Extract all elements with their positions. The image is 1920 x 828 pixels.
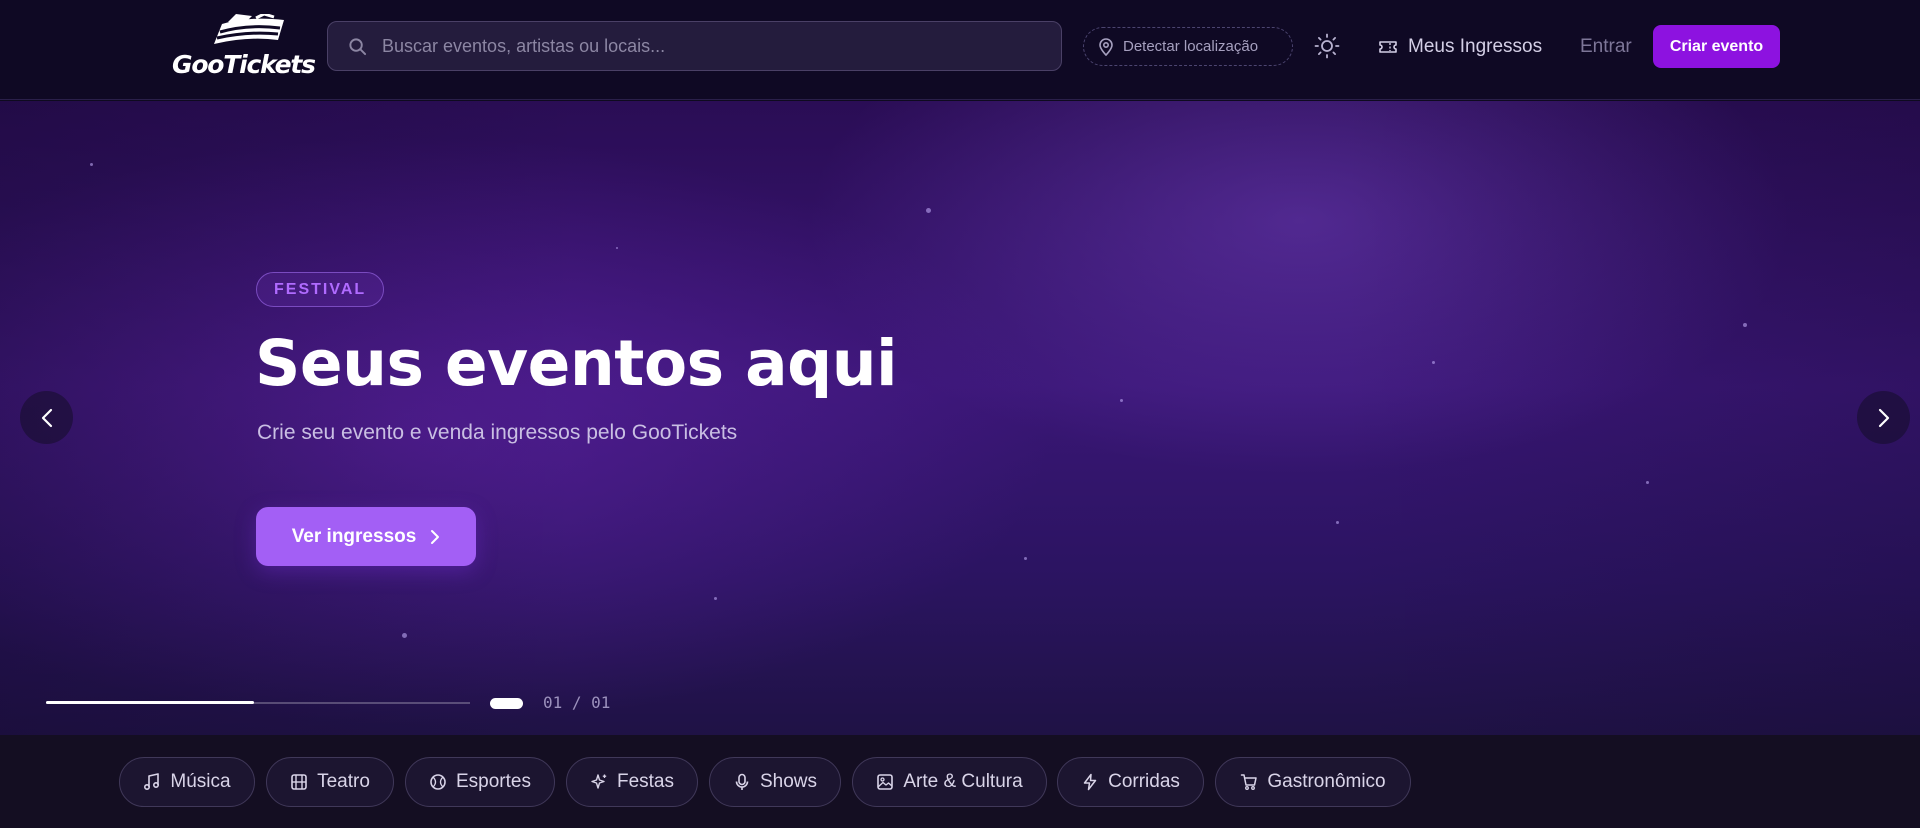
gootickets-logo[interactable]: GooTickets <box>172 14 316 80</box>
decorative-star <box>714 597 717 600</box>
search-icon <box>349 38 367 56</box>
slide-progress-fill <box>46 701 254 704</box>
login-link[interactable]: Entrar <box>1580 30 1632 64</box>
carousel-next-button[interactable] <box>1857 391 1910 444</box>
cart-icon <box>1241 774 1258 790</box>
my-tickets-label: Meus Ingressos <box>1408 36 1543 57</box>
decorative-star <box>926 208 931 213</box>
category-chip-esportes[interactable]: Esportes <box>405 757 555 807</box>
music-note-icon <box>144 773 160 791</box>
category-label: Festas <box>616 771 675 792</box>
detect-location-label: Detectar localização <box>1123 38 1259 55</box>
logo-text: GooTickets <box>172 50 316 79</box>
ticket-icon <box>1379 41 1397 53</box>
decorative-star <box>402 633 407 638</box>
decorative-star <box>1024 557 1027 560</box>
hero-title: Seus eventos aqui <box>255 327 898 400</box>
sun-icon[interactable] <box>1314 33 1340 59</box>
hero-carousel: FESTIVAL Seus eventos aqui Crie seu even… <box>0 101 1920 735</box>
decorative-star <box>90 163 93 166</box>
decorative-star <box>1120 399 1123 402</box>
detect-location-button[interactable]: Detectar localização <box>1083 27 1293 66</box>
view-tickets-label: Ver ingressos <box>291 525 417 547</box>
carousel-prev-button[interactable] <box>20 391 73 444</box>
chevron-left-icon <box>41 408 52 427</box>
slide-progress-bar <box>46 701 470 704</box>
category-chip-arte-cultura[interactable]: Arte & Cultura <box>852 757 1047 807</box>
lightning-icon <box>1083 773 1097 791</box>
decorative-star <box>1743 323 1747 327</box>
top-navbar: GooTickets Detectar localização Meus Ing… <box>0 0 1920 100</box>
category-chip-teatro[interactable]: Teatro <box>266 757 394 807</box>
map-pin-icon <box>1099 37 1113 56</box>
slide-counter: 01 / 01 <box>543 693 611 712</box>
view-tickets-button[interactable]: Ver ingressos <box>256 507 476 566</box>
category-label: Música <box>170 771 231 792</box>
chevron-right-icon <box>1878 408 1889 427</box>
image-icon <box>877 774 894 790</box>
category-label: Esportes <box>456 771 531 792</box>
slide-indicator-dot[interactable] <box>490 698 523 709</box>
search-bar[interactable] <box>327 21 1062 71</box>
chevron-right-icon <box>431 529 440 544</box>
category-chip-corridas[interactable]: Corridas <box>1057 757 1204 807</box>
category-label: Shows <box>759 771 818 792</box>
microphone-icon <box>735 773 749 790</box>
ball-icon <box>430 774 446 790</box>
film-icon <box>291 774 307 790</box>
my-tickets-link[interactable]: Meus Ingressos <box>1378 30 1542 64</box>
decorative-star <box>1336 521 1339 524</box>
decorative-star <box>616 247 618 249</box>
category-label: Corridas <box>1108 771 1180 792</box>
decorative-star <box>1432 361 1435 364</box>
create-event-button[interactable]: Criar evento <box>1653 25 1780 68</box>
category-chip-festas[interactable]: Festas <box>566 757 698 807</box>
sparkles-icon <box>591 774 607 789</box>
category-chip-gastronomico[interactable]: Gastronômico <box>1215 757 1411 807</box>
category-label: Arte & Cultura <box>903 771 1023 792</box>
category-label: Teatro <box>317 771 370 792</box>
category-chip-shows[interactable]: Shows <box>709 757 841 807</box>
category-chip-musica[interactable]: Música <box>119 757 255 807</box>
decorative-star <box>1646 481 1649 484</box>
category-bar: Música Teatro Esportes Festas Shows Arte… <box>0 735 1920 828</box>
ticket-stack-icon <box>214 14 284 44</box>
category-badge: FESTIVAL <box>256 272 385 307</box>
hero-subtitle: Crie seu evento e venda ingressos pelo G… <box>257 421 738 444</box>
category-label: Gastronômico <box>1267 771 1386 792</box>
search-input[interactable] <box>382 22 1042 70</box>
